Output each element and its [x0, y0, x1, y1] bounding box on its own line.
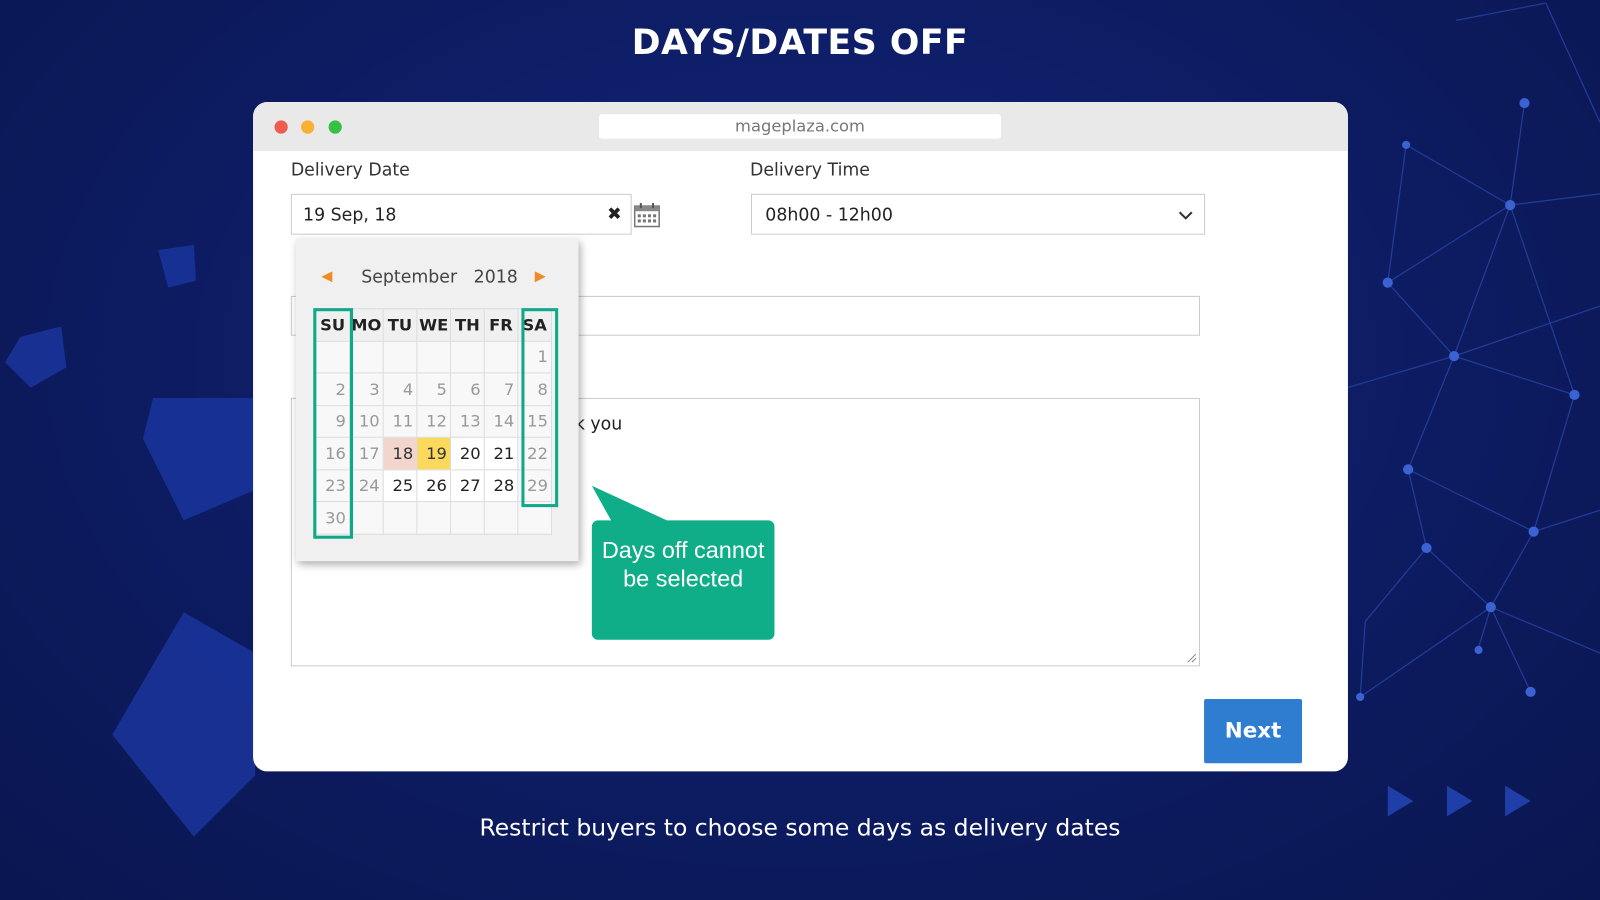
year-label: 2018 — [473, 267, 518, 288]
calendar-icon[interactable] — [633, 203, 661, 228]
calendar-day[interactable]: 19 — [416, 436, 452, 470]
days-off-highlight-saturday — [521, 308, 559, 508]
calendar-empty-cell — [348, 501, 384, 535]
weekday-header: FR — [483, 308, 519, 342]
calendar-day-disabled: 12 — [416, 404, 452, 438]
calendar-day[interactable]: 20 — [449, 436, 485, 470]
calendar-day-disabled: 17 — [348, 436, 384, 470]
weekday-header: TU — [382, 308, 418, 342]
callout-tail — [591, 485, 672, 523]
x-icon[interactable]: ✖ — [607, 204, 622, 224]
url-bar[interactable]: mageplaza.com — [598, 114, 1002, 139]
close-window-dot[interactable] — [274, 120, 288, 134]
calendar-empty-cell — [449, 501, 485, 535]
calendar-day[interactable]: 27 — [449, 468, 485, 503]
prev-month-icon[interactable]: ◀ — [321, 268, 332, 284]
calendar-day-disabled: 14 — [483, 404, 519, 438]
datepicker-popup: ◀ September 2018 ▶ SU MO TU WE TH FR SA 1 2 3 4 5 6 7… — [295, 238, 579, 562]
delivery-date-label: Delivery Date — [290, 160, 410, 181]
stage: DAYS/DATES OFF mageplaza.com Delivery Da… — [0, 0, 1600, 900]
delivery-date-input[interactable]: 19 Sep, 18 ✖ — [290, 193, 632, 235]
calendar-day-disabled: 3 — [348, 372, 384, 406]
delivery-time-value: 08h00 - 12h00 — [765, 205, 893, 226]
delivery-date-value: 19 Sep, 18 — [303, 205, 397, 226]
browser-titlebar: mageplaza.com — [253, 102, 1348, 152]
calendar-day-disabled: 5 — [416, 372, 452, 406]
calendar-day-disabled: 13 — [449, 404, 485, 438]
calendar-day-disabled: 24 — [348, 468, 384, 503]
calendar-day[interactable]: 25 — [382, 468, 418, 503]
month-year-heading: September 2018 — [361, 267, 518, 287]
calendar-day[interactable]: 18 — [382, 436, 418, 470]
page-subheading: Restrict buyers to choose some days as d… — [479, 815, 1121, 842]
calendar-empty-cell — [416, 501, 452, 535]
calendar-empty-cell — [382, 340, 418, 374]
calendar-day[interactable]: 26 — [416, 468, 452, 503]
calendar-day-disabled: 4 — [382, 372, 418, 406]
calendar-day-disabled: 11 — [382, 404, 418, 438]
month-label: September — [361, 267, 458, 288]
delivery-time-select[interactable]: 08h00 - 12h00 — [751, 193, 1206, 235]
calendar-empty-cell — [449, 340, 485, 374]
calendar-day-disabled: 7 — [483, 372, 519, 406]
resize-handle-icon[interactable] — [1187, 653, 1197, 663]
calendar-day-disabled: 10 — [348, 404, 384, 438]
calendar-day[interactable]: 28 — [483, 468, 519, 503]
calendar-empty-cell — [483, 501, 519, 535]
calendar-empty-cell — [382, 501, 418, 535]
days-off-highlight-sunday — [313, 308, 354, 539]
calendar-day-disabled: 6 — [449, 372, 485, 406]
maximize-window-dot[interactable] — [328, 120, 342, 134]
calendar-empty-cell — [416, 340, 452, 374]
page-heading: DAYS/DATES OFF — [631, 22, 969, 64]
weekday-header: MO — [348, 308, 384, 342]
next-button[interactable]: Next — [1204, 698, 1303, 764]
calendar-empty-cell — [348, 340, 384, 374]
browser-window: mageplaza.com Delivery Date 19 Sep, 18 ✖… — [253, 102, 1348, 772]
weekday-header: WE — [416, 308, 452, 342]
chevron-down-icon — [1178, 211, 1193, 220]
minimize-window-dot[interactable] — [301, 120, 315, 134]
delivery-time-label: Delivery Time — [749, 160, 870, 181]
calendar-day[interactable]: 21 — [483, 436, 519, 470]
calendar-empty-cell — [483, 340, 519, 374]
weekday-header: TH — [449, 308, 485, 342]
next-month-icon[interactable]: ▶ — [535, 268, 546, 284]
days-off-callout: Days off cannot be selected — [591, 520, 775, 640]
